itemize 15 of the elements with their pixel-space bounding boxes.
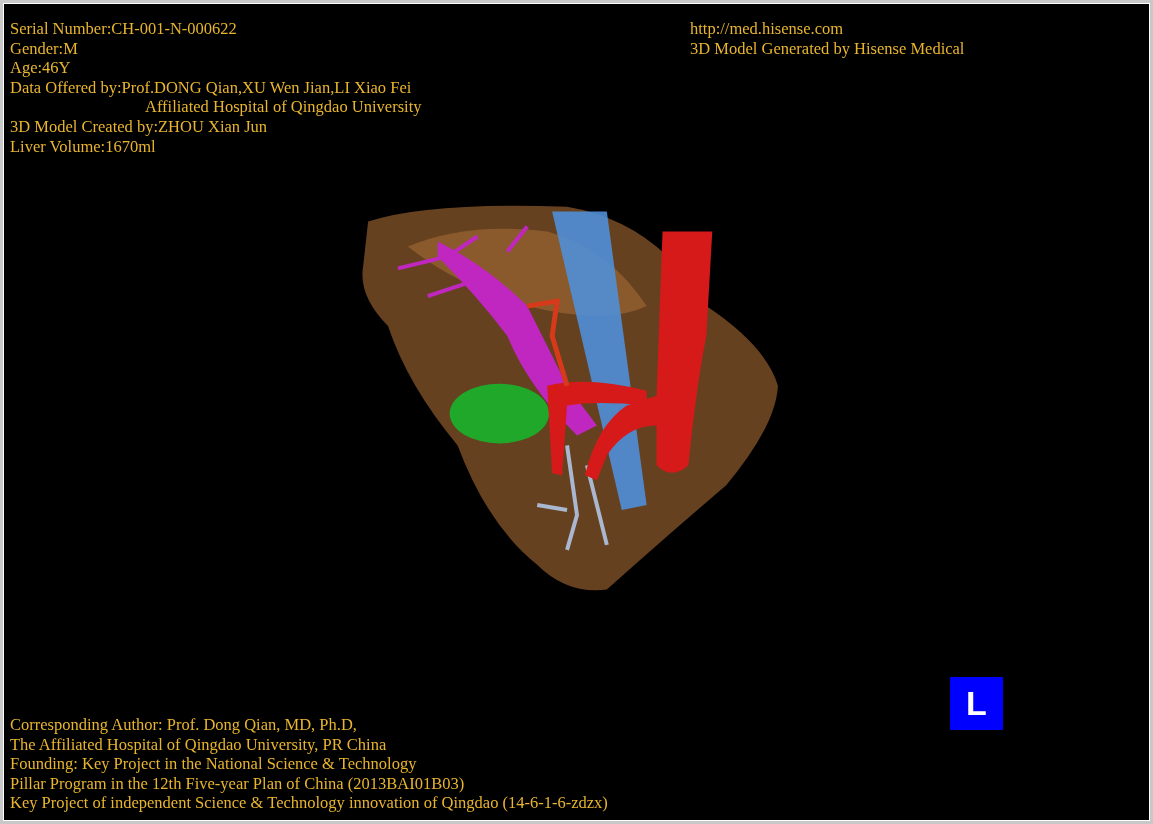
info-text: Affiliated Hospital of Qingdao University — [144, 97, 422, 117]
info-text: Data Offered by:Prof.DONG Qian,XU Wen Jian,LI Xiao Fei — [10, 77, 412, 98]
credit-text: Key Project of independent Science & Technology innovation of Qingdao (14-6-1-6-zdzx) — [10, 793, 608, 813]
orientation-badge: L — [950, 677, 1003, 731]
generator-text: 3D Model Generated by Hisense Medical — [690, 38, 965, 59]
credit-text: Founding: Key Project in the National Science & Technology — [10, 754, 417, 774]
info-text: Liver Volume:1670ml — [10, 136, 156, 157]
credit-text: Corresponding Author: Prof. Dong Qian, MD, Ph.D, — [10, 715, 357, 735]
website-url: http://med.hisense.com — [690, 19, 844, 39]
credit-text: Pillar Program in the 12th Five-year Plan of China (2013BAI01B03) — [10, 773, 465, 794]
info-text: 3D Model Created by:ZHOU Xian Jun — [10, 116, 268, 137]
info-text: Age:46Y — [10, 58, 71, 78]
info-text: Serial Number:CH-001-N-000622 — [10, 19, 237, 39]
info-text: Gender:M — [10, 38, 78, 59]
credit-text: The Affiliated Hospital of Qingdao University, PR China — [10, 734, 387, 755]
